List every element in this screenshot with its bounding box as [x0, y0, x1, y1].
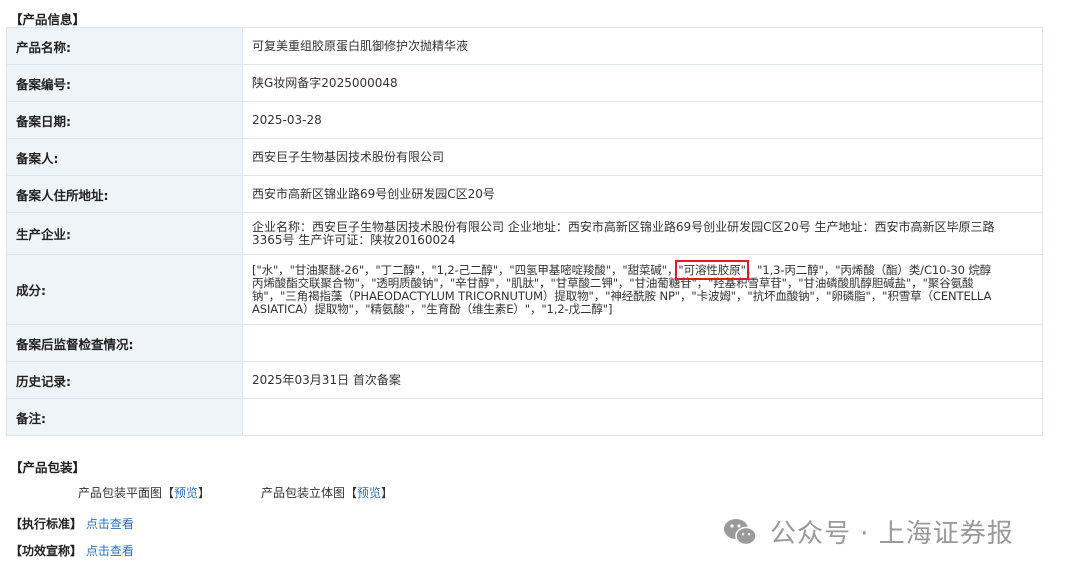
ingredients-value: ["水"，"甘油聚醚-26"，"丁二醇"，"1,2-己二醇"，"四氢甲基嘧啶羧酸…: [242, 254, 1043, 325]
packaging-flat-preview-link[interactable]: 预览: [174, 486, 198, 500]
standard-heading: 【执行标准】: [10, 517, 83, 531]
table-row: 备案后监督检查情况:: [6, 324, 1043, 362]
inspection-value: [242, 324, 1043, 362]
row-label: 备案后监督检查情况:: [6, 324, 243, 362]
table-row: 历史记录: 2025年03月31日 首次备案: [6, 361, 1043, 399]
table-row: 备案编号: 陕G妆网备字2025000048: [6, 64, 1043, 102]
record-number-value: 陕G妆网备字2025000048: [242, 64, 1043, 102]
efficacy-heading: 【功效宣称】: [10, 544, 83, 558]
efficacy-row: 【功效宣称】 点击查看: [10, 542, 134, 559]
manufacturer-value: 企业名称：西安巨子生物基因技术股份有限公司 企业地址：西安市高新区锦业路69号创…: [242, 212, 1043, 255]
packaging-heading: 【产品包装】: [10, 460, 86, 475]
product-info-heading: 【产品信息】: [10, 12, 86, 27]
table-row: 成分: ["水"，"甘油聚醚-26"，"丁二醇"，"1,2-己二醇"，"四氢甲基…: [6, 254, 1043, 325]
packaging-3d-preview-link[interactable]: 预览: [357, 486, 381, 500]
record-date-value: 2025-03-28: [242, 101, 1043, 139]
row-label: 成分:: [6, 254, 243, 325]
standard-view-link[interactable]: 点击查看: [86, 517, 134, 531]
table-row: 备案日期: 2025-03-28: [6, 101, 1043, 139]
row-label: 备案人:: [6, 138, 243, 176]
row-label: 备注:: [6, 398, 243, 436]
product-info-table: 产品名称: 可复美重组胶原蛋白肌御修护次抛精华液 备案编号: 陕G妆网备字202…: [6, 27, 1043, 436]
watermark-text: 公众号 · 上海证券报: [770, 519, 1014, 549]
watermark: 公众号 · 上海证券报: [722, 513, 1014, 550]
filer-value: 西安巨子生物基因技术股份有限公司: [242, 138, 1043, 176]
table-row: 备注:: [6, 398, 1043, 436]
wechat-icon: [722, 517, 758, 547]
efficacy-view-link[interactable]: 点击查看: [86, 544, 134, 558]
row-label: 备案日期:: [6, 101, 243, 139]
row-label: 生产企业:: [6, 212, 243, 255]
packaging-3d-label: 产品包装立体图: [261, 486, 346, 500]
table-row: 生产企业: 企业名称：西安巨子生物基因技术股份有限公司 企业地址：西安市高新区锦…: [6, 212, 1043, 255]
packaging-flat-label: 产品包装平面图: [78, 486, 163, 500]
row-label: 备案人住所地址:: [6, 175, 243, 213]
row-label: 产品名称:: [6, 27, 243, 65]
standard-row: 【执行标准】 点击查看: [10, 515, 134, 532]
table-row: 产品名称: 可复美重组胶原蛋白肌御修护次抛精华液: [6, 27, 1043, 65]
highlighted-ingredient: "可溶性胶原": [675, 259, 749, 280]
product-name-value: 可复美重组胶原蛋白肌御修护次抛精华液: [242, 27, 1043, 65]
filer-address-value: 西安市高新区锦业路69号创业研发园C区20号: [242, 175, 1043, 213]
row-label: 历史记录:: [6, 361, 243, 399]
ingredients-before: ["水"，"甘油聚醚-26"，"丁二醇"，"1,2-己二醇"，"四氢甲基嘧啶羧酸…: [252, 262, 679, 277]
row-label: 备案编号:: [6, 64, 243, 102]
packaging-flat-row: 产品包装平面图【预览】: [78, 486, 211, 500]
table-row: 备案人: 西安巨子生物基因技术股份有限公司: [6, 138, 1043, 176]
packaging-3d-row: 产品包装立体图【预览】: [261, 486, 394, 500]
table-row: 备案人住所地址: 西安市高新区锦业路69号创业研发园C区20号: [6, 175, 1043, 213]
history-value: 2025年03月31日 首次备案: [242, 361, 1043, 399]
remarks-value: [242, 398, 1043, 436]
